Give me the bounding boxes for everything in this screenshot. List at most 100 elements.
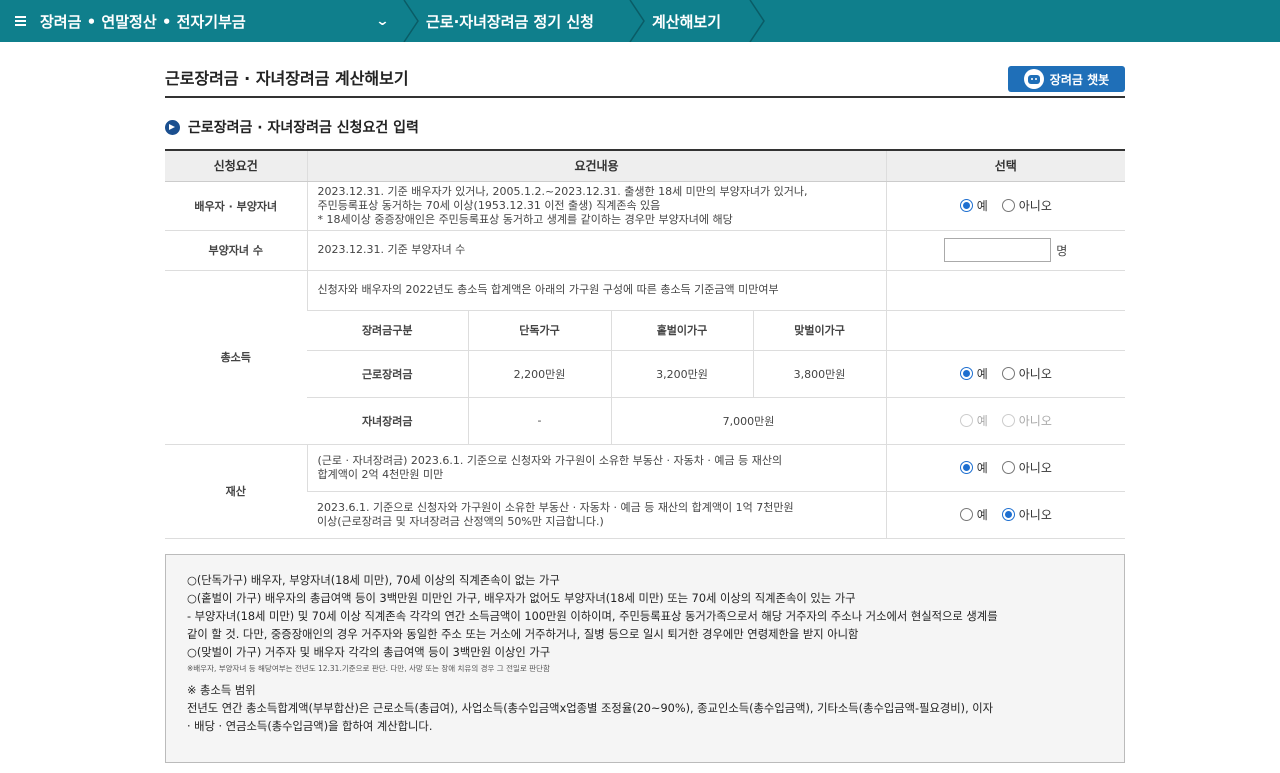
radio-yes-label: 예 [976, 507, 988, 522]
desc-line: (근로 · 자녀장려금) 2023.6.1. 기준으로 신청자와 가구원이 소유… [317, 453, 783, 467]
choice-assets-1: 예 아니오 [885, 444, 1126, 492]
section-title-text: 근로장려금 · 자녀장려금 신청요건 입력 [188, 120, 419, 136]
notice-line: ○(단독가구) 배우자, 부양자녀(18세 미만), 70세 이상의 직계존속이… [187, 573, 560, 587]
income-threshold: 3,800만원 [752, 350, 887, 398]
radio-no-label: 아니오 [1018, 413, 1052, 428]
table-row: 2023.6.1. 기준으로 신청자와 가구원이 소유한 부동산 · 자동차 ·… [165, 491, 1126, 539]
children-count-unit: 명 [1056, 243, 1068, 258]
sub-row-label: 자녀장려금 [307, 397, 468, 445]
radio-no[interactable] [1001, 413, 1015, 427]
header-select: 선택 [885, 150, 1126, 182]
chatbot-button-label: 장려금 챗봇 [1049, 72, 1110, 87]
table-row: 부양자녀 수 2023.12.31. 기준 부양자녀 수 명 [165, 230, 1126, 271]
nav-category-dropdown[interactable]: 장려금 • 연말정산 • 전자기부금 ⌄ [40, 0, 402, 42]
notice-line: 전년도 연간 총소득합계액(부부합산)은 근로소득(총급여), 사업소득(총수입… [187, 701, 994, 715]
row-label-children: 부양자녀 수 [165, 230, 307, 271]
radio-no-label: 아니오 [1018, 198, 1052, 213]
income-threshold: 7,000만원 [610, 397, 887, 445]
table-row: 근로장려금 2,200만원 3,200만원 3,800만원 예 아니오 [165, 350, 1126, 398]
table-row: 총소득 신청자와 배우자의 2022년도 총소득 합계액은 아래의 가구원 구성… [165, 270, 1126, 445]
sub-row-label: 근로장려금 [307, 350, 468, 398]
hamburger-menu-icon[interactable] [0, 0, 40, 42]
row-desc-assets-1: (근로 · 자녀장려금) 2023.6.1. 기준으로 신청자와 가구원이 소유… [306, 444, 887, 492]
radio-yes-label: 예 [976, 460, 988, 475]
desc-line: * 18세이상 중증장애인은 주민등록표상 동거하고 생계를 같이하는 경우만 … [317, 212, 733, 226]
radio-yes[interactable] [959, 198, 973, 212]
notice-line: - 부양자녀(18세 미만) 및 70세 이상 직계존속 각각의 연간 소득금액… [187, 609, 998, 623]
page-header: 근로장려금 · 자녀장려금 계산해보기 장려금 챗봇 [165, 42, 1125, 98]
header-requirement: 신청요건 [165, 150, 307, 182]
sub-header: 단독가구 [467, 310, 611, 351]
header-content: 요건내용 [306, 150, 887, 182]
arrow-circle-icon [165, 119, 180, 135]
row-desc-income: 신청자와 배우자의 2022년도 총소득 합계액은 아래의 가구원 구성에 따른… [306, 270, 887, 311]
section-title: 근로장려금 · 자녀장려금 신청요건 입력 [165, 118, 1125, 136]
row-desc-children: 2023.12.31. 기준 부양자녀 수 [306, 230, 887, 271]
row-desc-spouse: 2023.12.31. 기준 배우자가 있거나, 2005.1.2.~2023.… [306, 181, 887, 231]
sub-header: 맞벌이가구 [752, 310, 887, 351]
radio-yes[interactable] [959, 507, 973, 521]
sub-header: 장려금구분 [307, 310, 468, 351]
radio-yes[interactable] [959, 413, 973, 427]
nav-category-label: 장려금 • 연말정산 • 전자기부금 [40, 12, 246, 31]
row-desc-assets-2: 2023.6.1. 기준으로 신청자와 가구원이 소유한 부동산 · 자동차 ·… [307, 491, 887, 539]
row-label-spouse: 배우자 · 부양자녀 [165, 181, 307, 231]
main-content: 근로장려금 · 자녀장려금 계산해보기 장려금 챗봇 근로장려금 · 자녀장려금… [165, 42, 1126, 763]
notice-range-title: ※ 총소득 범위 [187, 683, 256, 697]
breadcrumb-calc[interactable]: 계산해보기 [648, 0, 748, 42]
desc-line: 합계액이 2억 4천만원 미만 [317, 467, 444, 481]
breadcrumb-separator-icon [749, 0, 765, 42]
sub-header: 홑벌이가구 [610, 310, 753, 351]
radio-yes[interactable] [959, 366, 973, 380]
radio-no-label: 아니오 [1018, 366, 1052, 381]
row-label-assets: 재산 [165, 444, 307, 539]
choice-spouse: 예 아니오 [885, 181, 1126, 231]
income-threshold: 2,200만원 [467, 350, 611, 398]
breadcrumb-separator-icon [403, 0, 419, 42]
radio-no[interactable] [1001, 507, 1015, 521]
radio-no-label: 아니오 [1018, 460, 1052, 475]
page-title: 근로장려금 · 자녀장려금 계산해보기 [165, 69, 409, 88]
radio-no-label: 아니오 [1018, 507, 1052, 522]
radio-yes-label: 예 [976, 198, 988, 213]
notice-line: · 배당 · 연금소득(총수입금액)을 합하여 계산합니다. [187, 719, 433, 733]
desc-line: 2023.12.31. 기준 배우자가 있거나, 2005.1.2.~2023.… [317, 184, 808, 198]
breadcrumb-calc-label: 계산해보기 [652, 12, 722, 31]
notice-line: ○(홑벌이 가구) 배우자의 총급여액 등이 3백만원 미만인 가구, 배우자가… [187, 591, 856, 605]
breadcrumb-apply-label: 근로·자녀장려금 정기 신청 [426, 12, 594, 31]
notice-footnote: ※배우자, 부양자녀 등 해당여부는 전년도 12.31.기준으로 판단. 다만… [187, 663, 550, 673]
table-header-row: 신청요건 요건내용 선택 [165, 150, 1126, 182]
radio-no[interactable] [1001, 460, 1015, 474]
children-count-input[interactable] [944, 238, 1052, 262]
chevron-down-icon: ⌄ [375, 13, 390, 29]
top-navigation: 장려금 • 연말정산 • 전자기부금 ⌄ 근로·자녀장려금 정기 신청 계산해보… [0, 0, 1280, 42]
row-label-income: 총소득 [165, 270, 307, 445]
robot-icon [1023, 69, 1044, 89]
notice-line: ○(맞벌이 가구) 거주자 및 배우자 각각의 총급여액 등이 3백만원 이상인… [187, 645, 551, 659]
choice-income-work: 예 아니오 [885, 350, 1126, 398]
desc-line: 주민등록표상 동거하는 70세 이상(1953.12.31 이전 출생) 직계존… [317, 198, 661, 212]
income-threshold: 3,200만원 [610, 350, 753, 398]
choice-assets-2: 예 아니오 [885, 491, 1126, 539]
radio-no[interactable] [1001, 198, 1015, 212]
chatbot-button[interactable]: 장려금 챗봇 [1008, 66, 1125, 92]
breadcrumb-apply[interactable]: 근로·자녀장려금 정기 신청 [422, 0, 628, 42]
desc-line: 이상(근로장려금 및 자녀장려금 산정액의 50%만 지급합니다.) [317, 514, 604, 528]
table-row: 장려금구분 단독가구 홑벌이가구 맞벌이가구 [165, 310, 1126, 351]
table-row: 자녀장려금 - 7,000만원 예 아니오 [165, 397, 1126, 445]
empty-cell [885, 270, 1126, 311]
radio-yes-label: 예 [976, 413, 988, 428]
choice-income-child: 예 아니오 [885, 397, 1126, 445]
notice-box: ○(단독가구) 배우자, 부양자녀(18세 미만), 70세 이상의 직계존속이… [165, 553, 1125, 763]
radio-yes[interactable] [959, 460, 973, 474]
breadcrumb-separator-icon [629, 0, 645, 42]
radio-no[interactable] [1001, 366, 1015, 380]
requirements-table: 신청요건 요건내용 선택 배우자 · 부양자녀 2023.12.31. 기준 배… [165, 149, 1126, 539]
empty-cell [885, 310, 1126, 351]
choice-children: 명 [885, 230, 1126, 271]
income-threshold: - [467, 397, 611, 445]
radio-yes-label: 예 [976, 366, 988, 381]
notice-line: 같이 할 것. 다만, 중증장애인의 경우 거주자와 동일한 주소 또는 거소에… [187, 627, 859, 641]
table-row: 재산 (근로 · 자녀장려금) 2023.6.1. 기준으로 신청자와 가구원이… [165, 444, 1126, 539]
desc-line: 2023.6.1. 기준으로 신청자와 가구원이 소유한 부동산 · 자동차 ·… [317, 500, 794, 514]
